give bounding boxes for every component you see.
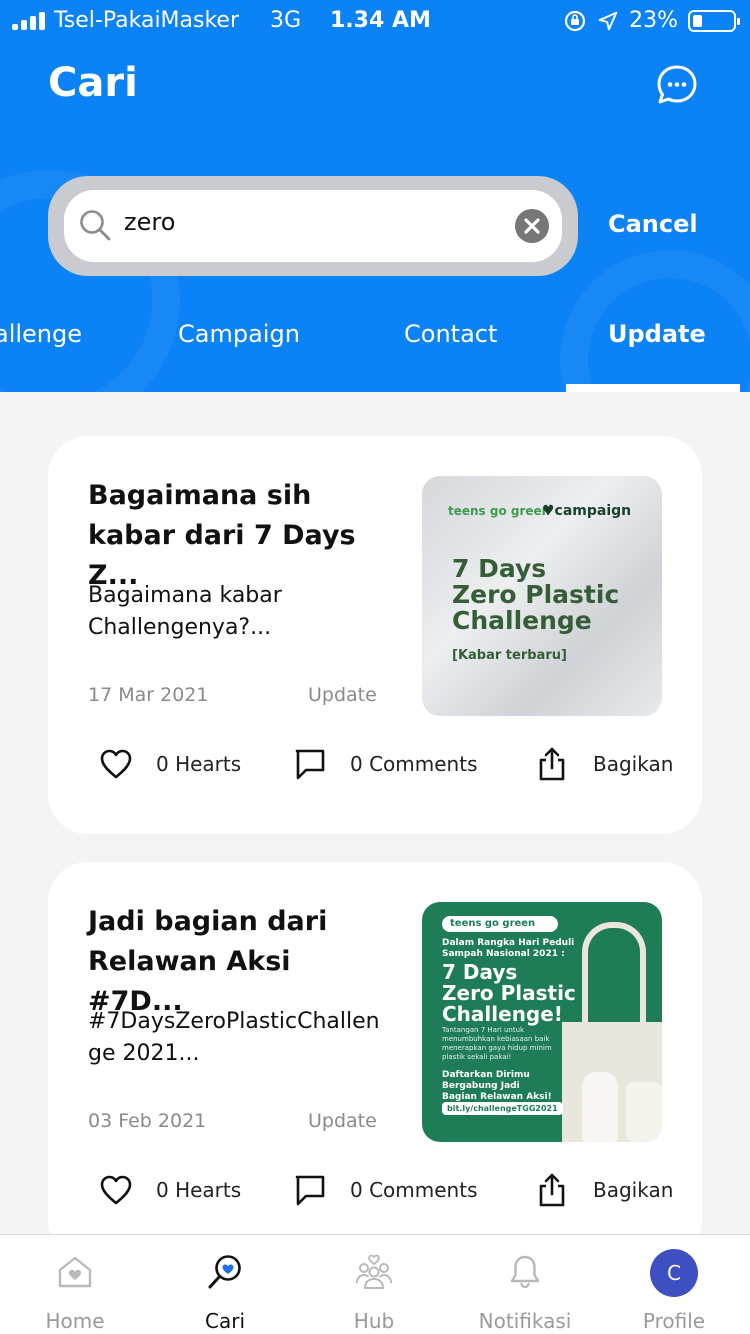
search-header: Tsel-PakaiMasker 3G 1.34 AM 23% Cari zer… <box>0 0 750 392</box>
card-date: 03 Feb 2021 <box>88 1110 207 1132</box>
glass-bottle-image <box>582 1072 618 1142</box>
card-actions: 0 Hearts 0 Comments Bagikan <box>48 1172 702 1212</box>
search-heart-icon <box>208 1255 241 1289</box>
location-arrow-icon <box>598 11 618 30</box>
card-snippet: Bagaimana kabar Challengenya?... <box>88 583 282 640</box>
card-title[interactable]: Jadi bagian dari Relawan Aksi #7D... <box>88 902 388 1022</box>
hearts-count: 0 Hearts <box>156 1178 242 1202</box>
share-button[interactable]: Bagikan <box>593 752 673 776</box>
thumb-cta: Bergabung Jadi <box>442 1081 520 1091</box>
thumb-pretitle: Dalam Rangka Hari Peduli <box>442 938 575 948</box>
carrier-name: Tsel-PakaiMasker <box>54 8 240 33</box>
rotation-lock-icon <box>564 10 586 31</box>
share-icon[interactable] <box>534 746 570 782</box>
chat-bubble-icon[interactable] <box>656 64 698 106</box>
thumb-pretitle: Sampah Nasional 2021 : <box>442 949 565 959</box>
thumb-subtitle: [Kabar terbaru] <box>452 648 567 663</box>
clock: 1.34 AM <box>330 8 431 33</box>
share-button[interactable]: Bagikan <box>593 1178 673 1202</box>
bell-icon <box>510 1255 540 1289</box>
nav-label: Profile <box>642 1309 706 1333</box>
comments-count: 0 Comments <box>350 752 478 776</box>
thumb-brand: teens go green ♥campaign <box>442 916 558 945</box>
tab-campaign[interactable]: Campaign <box>178 320 300 348</box>
thumb-headline: Zero Plastic <box>452 580 620 609</box>
tab-contact[interactable]: Contact <box>404 320 497 348</box>
nav-label: Notifikasi <box>478 1309 572 1333</box>
bottom-nav: Home Cari Hub Notifikasi C Profile <box>0 1234 750 1334</box>
share-icon[interactable] <box>534 1172 570 1208</box>
search-icon <box>80 210 111 241</box>
status-bar: Tsel-PakaiMasker 3G 1.34 AM 23% <box>0 0 750 44</box>
network-type: 3G <box>270 8 302 33</box>
nav-hub[interactable]: Hub <box>314 1235 434 1334</box>
active-tab-indicator <box>566 384 740 392</box>
thumb-headline: Challenge! <box>442 1002 563 1026</box>
community-icon <box>356 1254 392 1289</box>
thumb-cta: Daftarkan Dirimu <box>442 1070 530 1080</box>
nav-label: Hub <box>353 1309 395 1333</box>
update-card[interactable]: Bagaimana sih kabar dari 7 Days Z... Bag… <box>48 436 702 834</box>
battery-icon <box>688 9 740 32</box>
thumb-link: bit.ly/challengeTGG2021 <box>442 1102 563 1115</box>
nav-cari[interactable]: Cari <box>165 1235 285 1334</box>
card-date: 17 Mar 2021 <box>88 684 209 706</box>
nav-profile[interactable]: C Profile <box>614 1235 734 1334</box>
clear-search-icon[interactable] <box>515 209 549 243</box>
card-actions: 0 Hearts 0 Comments Bagikan <box>48 746 702 786</box>
signal-icon <box>12 12 45 30</box>
tab-challenge[interactable]: allenge <box>0 320 82 348</box>
heart-icon[interactable] <box>98 746 134 782</box>
battery-percent: 23% <box>629 8 678 33</box>
cancel-button[interactable]: Cancel <box>608 210 698 238</box>
thumb-headline: Challenge <box>452 606 592 635</box>
card-thumbnail[interactable]: teens go green ♥campaign 7 Days Zero Pla… <box>422 476 662 716</box>
heart-icon[interactable] <box>98 1172 134 1208</box>
glass-jar-image <box>626 1082 662 1142</box>
card-category: Update <box>308 684 377 706</box>
thumb-headline: 7 Days <box>442 960 518 984</box>
card-snippet: #7DaysZeroPlasticChallenge 2021... <box>88 1009 380 1066</box>
thumb-brand: teens go green <box>448 504 551 518</box>
card-title[interactable]: Bagaimana sih kabar dari 7 Days Z... <box>88 476 388 596</box>
comments-count: 0 Comments <box>350 1178 478 1202</box>
nav-label: Cari <box>205 1309 245 1333</box>
card-thumbnail[interactable]: teens go green ♥campaign Dalam Rangka Ha… <box>422 902 662 1142</box>
thumb-campaign: ♥campaign <box>542 503 632 519</box>
comment-icon[interactable] <box>292 746 328 782</box>
thumb-headline: Zero Plastic <box>442 981 576 1005</box>
nav-home[interactable]: Home <box>15 1235 135 1334</box>
thumb-headline: 7 Days <box>452 554 547 583</box>
nav-label: Home <box>45 1309 105 1333</box>
page-title: Cari <box>48 60 138 106</box>
hearts-count: 0 Hearts <box>156 752 242 776</box>
avatar: C <box>650 1249 698 1297</box>
update-card[interactable]: Jadi bagian dari Relawan Aksi #7D... #7D… <box>48 862 702 1260</box>
thumb-description: Tantangan 7 Hari untuk menumbuhkan kebia… <box>442 1026 552 1061</box>
card-category: Update <box>308 1110 377 1132</box>
tab-update[interactable]: Update <box>608 320 706 348</box>
home-heart-icon <box>58 1256 92 1288</box>
comment-icon[interactable] <box>292 1172 328 1208</box>
search-query[interactable]: zero <box>124 208 175 236</box>
nav-notifikasi[interactable]: Notifikasi <box>465 1235 585 1334</box>
